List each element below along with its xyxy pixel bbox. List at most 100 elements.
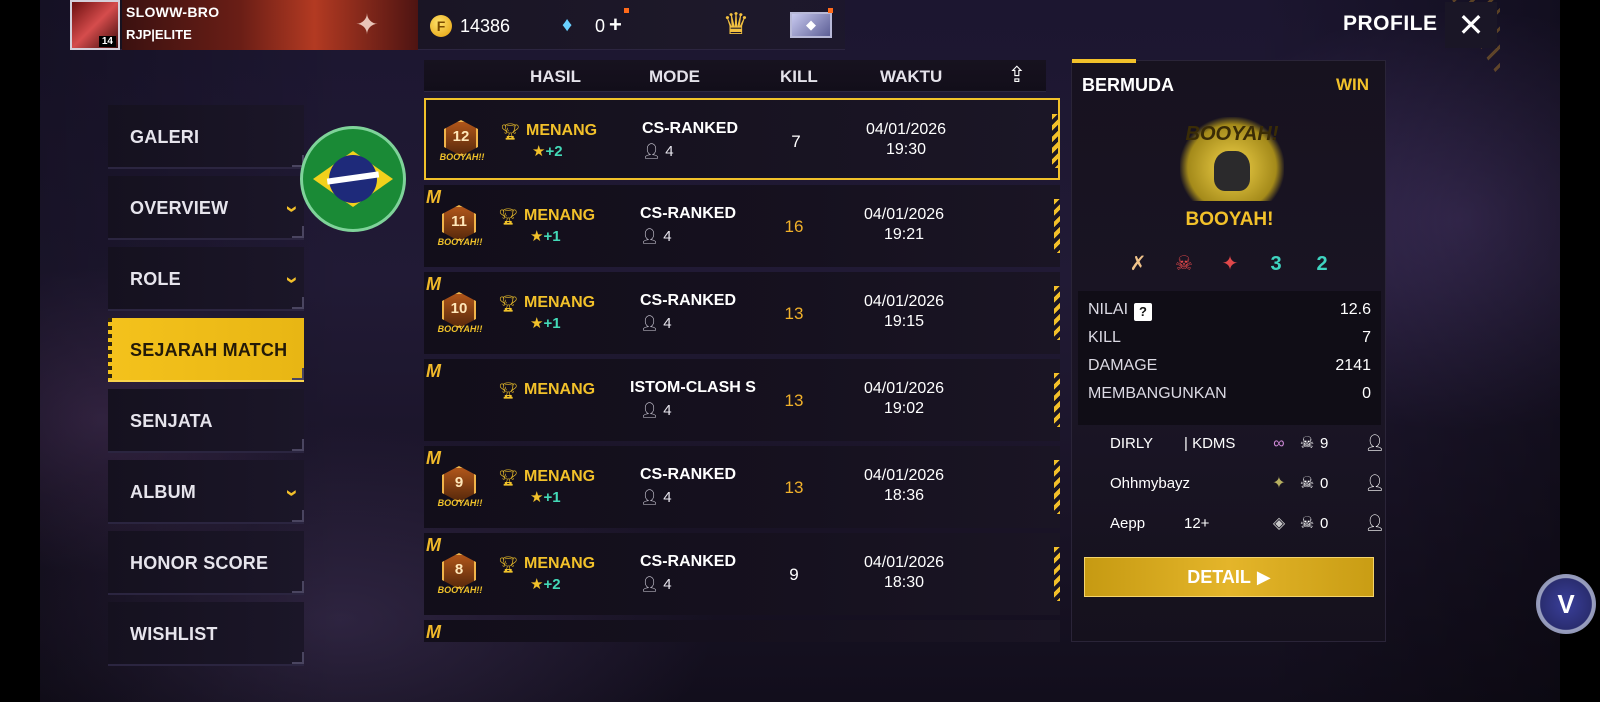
help-icon[interactable]: ? (1134, 303, 1153, 321)
teammate-row[interactable]: Ohhmybayz ✦ ☠ 0 👤︎ (1110, 471, 1385, 501)
player-level: 14 (98, 36, 116, 47)
person-icon: 👤︎ (640, 489, 660, 506)
booyah-medal-icon: 12 BOOYAH!! (436, 118, 488, 168)
membership-card-icon[interactable]: ◆ (790, 12, 832, 38)
detail-button[interactable]: DETAIL ▶ (1084, 557, 1374, 597)
medal-label: BOOYAH!! (437, 324, 483, 334)
sidebar-item-senjata[interactable]: SENJATA (108, 389, 304, 453)
match-result: MENANG (524, 468, 596, 485)
column-header-mode: MODE (649, 67, 700, 86)
sidebar-item-label: ALBUM (130, 482, 196, 502)
add-diamond-button[interactable]: + (609, 12, 622, 38)
match-rank: 9 (454, 474, 464, 491)
notification-dot (624, 8, 629, 13)
match-time: 04/01/2026 18:36 (849, 466, 959, 506)
match-result: MENANG (524, 207, 596, 224)
sidebar-item-label: GALERI (130, 127, 200, 147)
teammate-row[interactable]: DIRLY | KDMS ∞ ☠ 9 👤︎ (1110, 431, 1385, 461)
stat-value: 7 (1362, 329, 1371, 346)
skull-kill-icon: ☠ (1299, 435, 1315, 452)
player-avatar[interactable]: 14 (70, 0, 120, 50)
region-flag-icon[interactable] (300, 126, 406, 232)
add-friend-icon[interactable]: 👤︎ (1364, 473, 1386, 495)
trophy-icon: 🏆︎ (498, 557, 519, 574)
add-friend-icon[interactable]: 👤︎ (1364, 433, 1386, 455)
match-detail-panel: BERMUDA WIN BOOYAH! BOOYAH! ✗ ☠ ✦ 3 2 NI… (1071, 59, 1386, 642)
rank-badge-icon: ∞ (1273, 435, 1285, 452)
badge-icon[interactable]: ✗ (1120, 247, 1156, 281)
match-rank: 12 (452, 128, 470, 145)
match-date: 04/01/2026 (863, 380, 945, 397)
chevron-down-icon: › (280, 489, 306, 497)
match-kills: 16 (784, 217, 804, 236)
sidebar-item-album[interactable]: ALBUM › (108, 460, 306, 524)
match-row[interactable]: M 10 BOOYAH!! 🏆︎ MENANG ★+1 CS-RANKED 👤︎… (424, 272, 1060, 354)
match-date: 04/01/2026 (863, 206, 945, 223)
sidebar-item-sejarah-match[interactable]: SEJARAH MATCH (108, 318, 304, 382)
add-friend-icon[interactable]: 👤︎ (1364, 513, 1386, 535)
badge-icon[interactable]: ✦ (1212, 247, 1248, 281)
panel-accent (1072, 59, 1136, 63)
squad-count: 4 (663, 576, 672, 593)
stat-label: MEMBANGUNKAN (1088, 385, 1227, 402)
diamond-icon: ♦ (562, 14, 573, 36)
notification-dot (828, 8, 833, 13)
match-result: MENANG (526, 122, 598, 139)
match-row[interactable]: M 🏆︎ MENANG ISTOM-CLASH SQ 👤︎ 4 13 04/01… (424, 359, 1060, 441)
match-time: 04/01/2026 19:21 (849, 205, 959, 245)
medal-label: BOOYAH!! (437, 585, 483, 595)
teammate-kills: 0 (1320, 475, 1329, 492)
sidebar-item-wishlist[interactable]: WISHLIST (108, 602, 304, 666)
badge-icon[interactable]: ☠ (1166, 247, 1202, 281)
rank-crown-icon[interactable]: ♛ (716, 6, 756, 44)
badge-icon[interactable]: 2 (1304, 247, 1340, 281)
person-icon: 👤︎ (640, 315, 660, 332)
match-date: 04/01/2026 (863, 293, 945, 310)
match-time: 04/01/2026 18:30 (849, 553, 959, 593)
match-rank: 11 (451, 213, 467, 230)
match-kills: 13 (784, 391, 804, 410)
trophy-icon: 🏆︎ (498, 470, 519, 487)
medal-label: BOOYAH!! (439, 152, 485, 162)
trophy-icon: 🏆︎ (498, 209, 519, 226)
match-stats: NILAI? 12.6 KILL 7 DAMAGE 2141 MEMBANGUN… (1078, 291, 1381, 425)
stat-value: 0 (1362, 385, 1371, 402)
stat-kill: KILL 7 (1088, 329, 1371, 355)
column-header-kill: KILL (780, 67, 818, 86)
medal-label: BOOYAH!! (437, 498, 483, 508)
squad-size: 👤︎ 4 (640, 401, 672, 419)
match-row[interactable]: M 11 BOOYAH!! 🏆︎ MENANG ★+1 CS-RANKED 👤︎… (424, 185, 1060, 267)
share-icon[interactable]: ⇪ (1002, 62, 1032, 88)
sidebar-item-role[interactable]: ROLE › (108, 247, 305, 311)
match-row[interactable]: M (424, 620, 1060, 642)
teammate-name: Aepp (1110, 515, 1146, 532)
star-change: +1 (543, 228, 561, 245)
rank-badge-icon: ◈ (1272, 515, 1286, 532)
match-row[interactable]: M 8 BOOYAH!! 🏆︎ MENANG ★+2 CS-RANKED 👤︎ … (424, 533, 1060, 615)
player-header: 14 ✦ SLOWW-BRO RJP|ELITE F 14386 ♦ 0 + ♛… (70, 0, 845, 50)
match-mode: CS-RANKED (640, 205, 736, 222)
skull-kill-icon: ☠ (1299, 475, 1315, 492)
stat-value: 12.6 (1339, 301, 1371, 318)
match-mode: CS-RANKED (640, 292, 736, 309)
sidebar-item-label: HONOR SCORE (130, 553, 269, 573)
rank-stars: ★+1 (530, 227, 561, 245)
achievement-badges: ✗ ☠ ✦ 3 2 (1120, 247, 1350, 283)
match-row[interactable]: M 9 BOOYAH!! 🏆︎ MENANG ★+1 CS-RANKED 👤︎ … (424, 446, 1060, 528)
sidebar-item-honor-score[interactable]: HONOR SCORE (108, 531, 304, 595)
match-date: 04/01/2026 (863, 554, 945, 571)
match-outcome: WIN (1335, 75, 1369, 94)
badge-icon[interactable]: 3 (1258, 247, 1294, 281)
stat-damage: DAMAGE 2141 (1088, 357, 1371, 383)
teammate-name: DIRLY (1110, 435, 1154, 452)
teammate-row[interactable]: Aepp 12+ ◈ ☠ 0 👤︎ (1110, 511, 1385, 541)
rank-stars: ★+2 (532, 142, 563, 160)
close-button[interactable]: ✕ (1445, 2, 1497, 48)
match-rank: 8 (454, 561, 464, 578)
sidebar-item-overview[interactable]: OVERVIEW › (108, 176, 305, 240)
squad-count: 4 (663, 489, 672, 506)
sidebar-item-galeri[interactable]: GALERI (108, 105, 304, 169)
match-kills: 13 (784, 478, 804, 497)
floating-assistant-button[interactable]: V (1536, 574, 1596, 634)
match-row[interactable]: 12 BOOYAH!! 🏆︎ MENANG ★+2 CS-RANKED 👤︎ 4… (424, 98, 1060, 180)
